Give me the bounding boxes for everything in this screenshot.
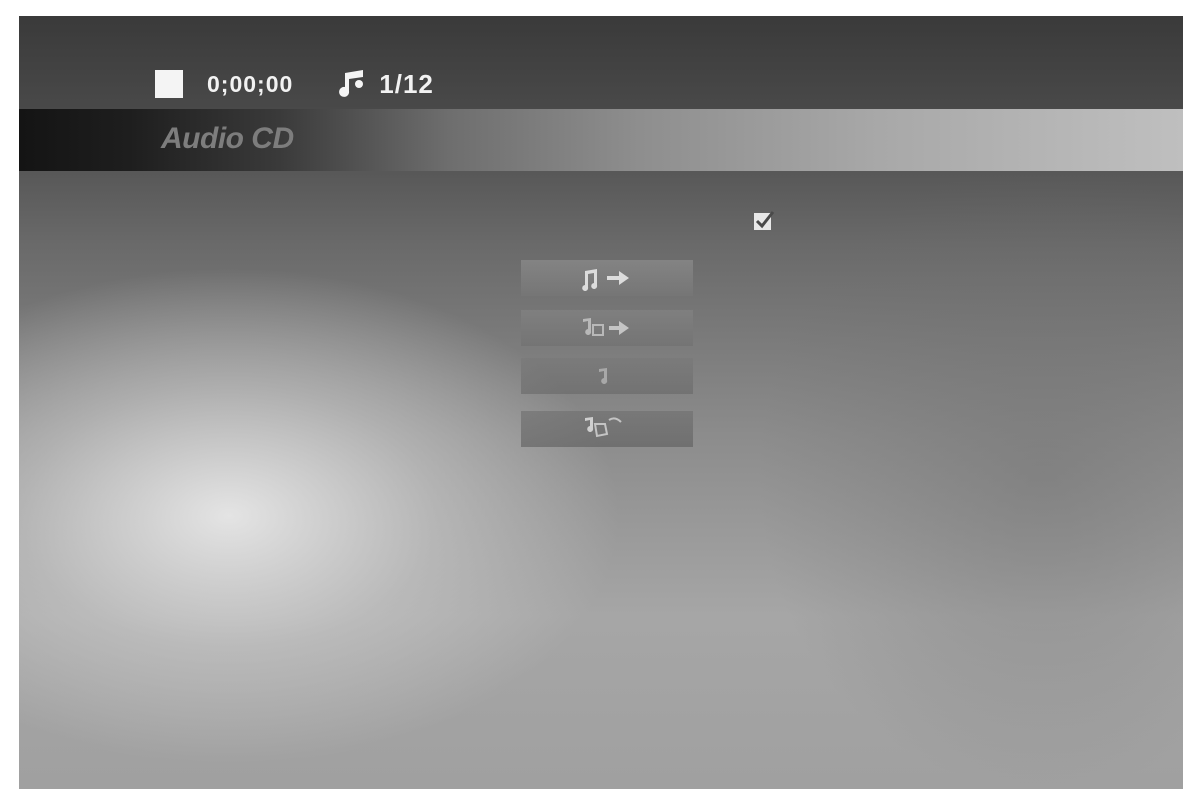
title-bar: Audio CD <box>19 109 1183 171</box>
program-button[interactable] <box>521 358 693 394</box>
status-bar: 0;00;00 1/12 <box>155 68 434 100</box>
program-clear-icon <box>585 417 622 438</box>
disc-type-title: Audio CD <box>161 122 294 155</box>
program-forward-button[interactable] <box>521 310 693 346</box>
track-counter: 1/12 <box>379 68 434 99</box>
track-forward-icon <box>582 269 629 291</box>
checkmark-icon <box>754 211 775 230</box>
playback-time: 0;00;00 <box>207 70 294 97</box>
audio-cd-menu-screen: 0;00;00 1/12 Audio CD <box>19 16 1183 789</box>
track-forward-button[interactable] <box>521 260 693 296</box>
program-icon <box>599 368 608 384</box>
music-note-icon <box>339 70 364 97</box>
program-forward-icon <box>583 318 629 336</box>
stop-icon <box>155 70 183 98</box>
program-clear-button[interactable] <box>521 411 693 447</box>
